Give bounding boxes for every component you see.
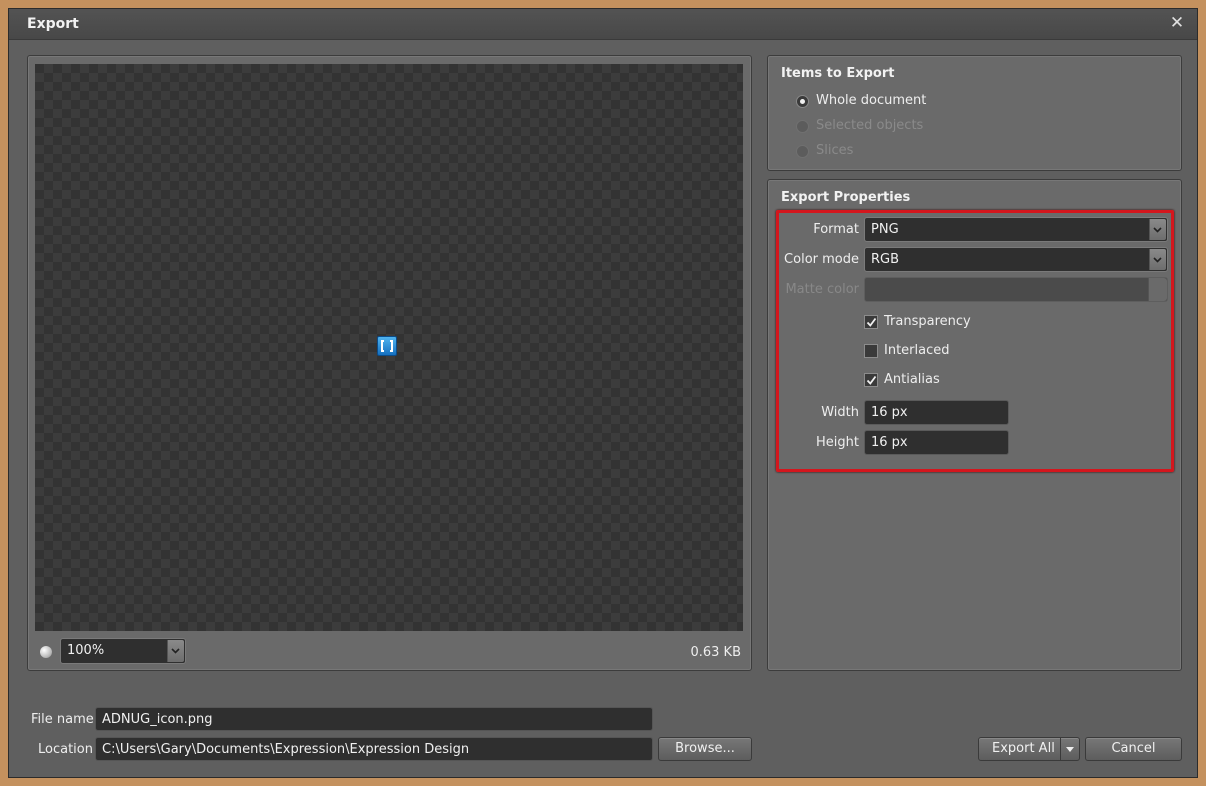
file-name-input[interactable]: ADNUG_icon.png xyxy=(95,707,653,731)
width-label: Width xyxy=(821,405,859,420)
export-properties-title: Export Properties xyxy=(781,190,911,205)
radio-label: Whole document xyxy=(816,93,927,108)
bracket-icon xyxy=(381,340,393,352)
matte-color-swatch xyxy=(1148,278,1167,301)
chevron-down-icon[interactable] xyxy=(1149,249,1166,270)
interlaced-checkbox[interactable] xyxy=(864,344,878,358)
interlaced-label: Interlaced xyxy=(884,343,950,358)
color-mode-value: RGB xyxy=(871,252,900,267)
preview-canvas[interactable] xyxy=(35,64,743,631)
file-name-value: ADNUG_icon.png xyxy=(102,712,213,727)
color-mode-select[interactable]: RGB xyxy=(864,247,1168,272)
chevron-down-icon[interactable] xyxy=(167,640,184,662)
file-name-label: File name xyxy=(31,712,94,727)
items-to-export-panel: Items to Export Whole document Selected … xyxy=(767,55,1182,171)
title-bar: Export ✕ xyxy=(9,9,1197,40)
close-icon: ✕ xyxy=(1169,13,1185,33)
preview-image xyxy=(377,336,397,356)
chevron-down-icon xyxy=(1066,747,1074,752)
export-properties-panel: Export Properties Format PNG Color mode … xyxy=(767,179,1182,671)
chevron-down-icon[interactable] xyxy=(1149,219,1166,240)
radio-label: Slices xyxy=(816,143,854,158)
export-all-label: Export All xyxy=(992,741,1055,756)
radio-button[interactable] xyxy=(796,120,809,133)
browse-button[interactable]: Browse... xyxy=(658,737,752,761)
cancel-button[interactable]: Cancel xyxy=(1085,737,1182,761)
width-input[interactable]: 16 px xyxy=(864,400,1009,425)
width-value: 16 px xyxy=(871,405,908,420)
radio-button[interactable] xyxy=(796,95,809,108)
file-size: 0.63 KB xyxy=(690,645,741,660)
zoom-select[interactable]: 100% xyxy=(60,638,186,664)
color-mode-label: Color mode xyxy=(784,252,859,267)
location-label: Location xyxy=(38,742,93,757)
check-icon xyxy=(866,317,877,327)
location-value: C:\Users\Gary\Documents\Expression\Expre… xyxy=(102,742,470,757)
height-label: Height xyxy=(816,435,859,450)
check-icon xyxy=(866,375,877,385)
zoom-value: 100% xyxy=(67,643,105,658)
zoom-icon[interactable] xyxy=(40,646,52,658)
export-all-button[interactable]: Export All xyxy=(978,737,1080,761)
location-input[interactable]: C:\Users\Gary\Documents\Expression\Expre… xyxy=(95,737,653,761)
format-label: Format xyxy=(813,222,859,237)
items-to-export-title: Items to Export xyxy=(781,66,895,81)
close-button[interactable]: ✕ xyxy=(1167,13,1187,33)
matte-color-picker xyxy=(864,277,1168,302)
preview-panel: 100% 0.63 KB xyxy=(27,55,752,671)
transparency-label: Transparency xyxy=(884,314,971,329)
format-value: PNG xyxy=(871,222,899,237)
antialias-checkbox[interactable] xyxy=(864,373,878,387)
matte-color-label: Matte color xyxy=(785,282,859,297)
format-select[interactable]: PNG xyxy=(864,217,1168,242)
export-options-dropdown[interactable] xyxy=(1060,738,1079,760)
transparency-checkbox[interactable] xyxy=(864,315,878,329)
height-value: 16 px xyxy=(871,435,908,450)
radio-button[interactable] xyxy=(796,145,809,158)
radio-label: Selected objects xyxy=(816,118,924,133)
export-dialog: Export ✕ 100% 0.63 KB Items to Export Wh… xyxy=(8,8,1198,778)
dialog-title: Export xyxy=(27,16,79,32)
height-input[interactable]: 16 px xyxy=(864,430,1009,455)
antialias-label: Antialias xyxy=(884,372,940,387)
